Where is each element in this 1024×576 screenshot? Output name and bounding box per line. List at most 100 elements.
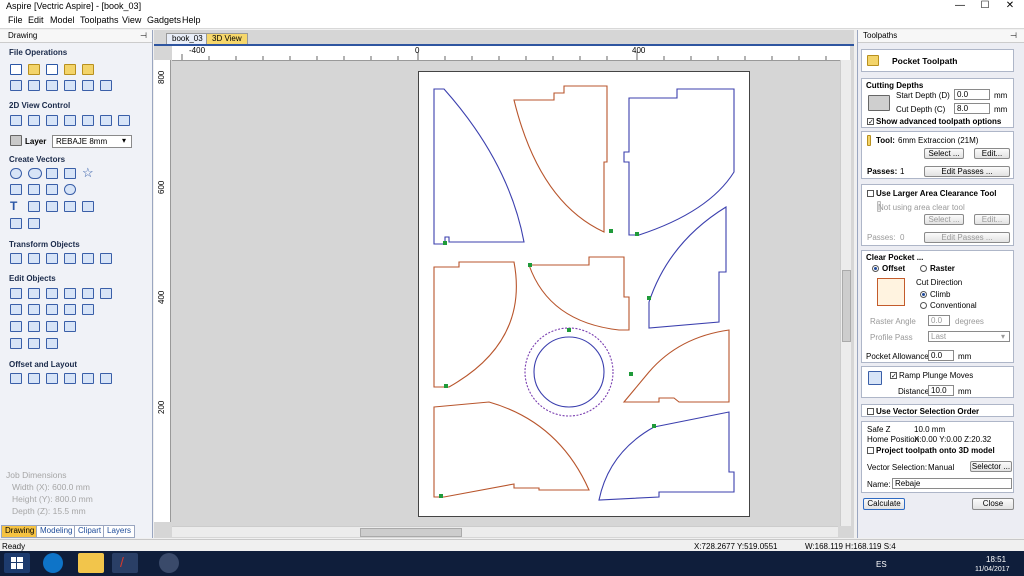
polygon-icon[interactable]	[64, 168, 76, 179]
edit-passes-button[interactable]: Edit Passes ...	[924, 166, 1010, 177]
project-checkbox[interactable]	[867, 447, 874, 454]
job-setup-icon[interactable]	[10, 80, 22, 91]
cut-depth-input[interactable]: 8.0	[954, 103, 990, 114]
pocket-allowance-input[interactable]: 0.0	[928, 350, 954, 361]
measure-icon[interactable]	[82, 201, 94, 212]
smooth-icon[interactable]	[10, 338, 22, 349]
clock-date[interactable]: 11/04/2017	[975, 566, 1010, 573]
menu-view[interactable]: View	[122, 15, 141, 25]
join-icon[interactable]	[100, 288, 112, 299]
vertical-scrollbar[interactable]	[840, 60, 851, 526]
climb-radio[interactable]	[920, 291, 927, 298]
node-edit-icon[interactable]	[28, 288, 40, 299]
ungroup-icon[interactable]	[82, 288, 94, 299]
fillet-icon[interactable]	[10, 321, 22, 332]
menu-gadgets[interactable]: Gadgets	[147, 15, 181, 25]
tab-drawing[interactable]: Drawing	[1, 525, 39, 538]
undo-icon[interactable]	[82, 80, 94, 91]
area-tool-select-button[interactable]: Select ...	[924, 214, 964, 225]
pin-icon[interactable]: ⊣	[1010, 31, 1017, 40]
delete-icon[interactable]	[82, 304, 94, 315]
menu-toolpaths[interactable]: Toolpaths	[80, 15, 119, 25]
close-button[interactable]: Close	[972, 498, 1014, 510]
open-recent-icon[interactable]	[64, 64, 76, 75]
set-size-icon[interactable]	[100, 253, 112, 264]
rectangle-icon[interactable]	[46, 168, 58, 179]
curve-fit-icon[interactable]	[46, 338, 58, 349]
view-options-icon[interactable]	[118, 115, 130, 126]
distance-input[interactable]: 10.0	[928, 385, 954, 396]
fit-text-icon[interactable]	[46, 201, 58, 212]
raster-angle-input[interactable]: 0.0	[928, 315, 950, 326]
grid-icon[interactable]	[82, 115, 94, 126]
new-file-icon[interactable]	[10, 64, 22, 75]
minimize-button[interactable]: —	[948, 0, 972, 13]
text-on-curve-icon[interactable]	[28, 201, 40, 212]
language-indicator[interactable]: ES	[876, 560, 887, 569]
tab-layers[interactable]: Layers	[103, 525, 136, 538]
extend-icon[interactable]	[46, 321, 58, 332]
material-sheet[interactable]	[418, 71, 750, 517]
vector-order-checkbox[interactable]	[867, 408, 874, 415]
curve-icon[interactable]	[28, 184, 40, 195]
copy-icon[interactable]	[46, 80, 58, 91]
tool-select-button[interactable]: Select ...	[924, 148, 964, 159]
interactive-select-icon[interactable]	[46, 288, 58, 299]
ruler-icon[interactable]	[100, 115, 112, 126]
larger-area-checkbox[interactable]	[867, 190, 874, 197]
array-copy-icon[interactable]	[46, 373, 58, 384]
save-icon[interactable]	[46, 64, 58, 75]
nesting-icon[interactable]	[82, 373, 94, 384]
import-icon[interactable]	[82, 64, 94, 75]
close-vector-icon[interactable]	[28, 338, 40, 349]
zoom-box-icon[interactable]	[46, 115, 58, 126]
selector-button[interactable]: Selector ...	[970, 461, 1012, 472]
file-explorer-icon[interactable]	[78, 553, 104, 573]
tab-book-03[interactable]: book_03	[166, 33, 209, 44]
rotate-icon[interactable]	[46, 253, 58, 264]
weld-icon[interactable]	[10, 304, 22, 315]
zoom-icon[interactable]	[28, 115, 40, 126]
fillet-offset-icon[interactable]	[28, 373, 40, 384]
toolpath-vectors[interactable]	[419, 72, 751, 518]
teamviewer-icon[interactable]	[43, 553, 63, 573]
text-icon[interactable]: T	[10, 199, 17, 213]
area-edit-passes-button[interactable]: Edit Passes ...	[924, 232, 1010, 243]
close-window-button[interactable]: ✕	[998, 0, 1022, 13]
menu-model[interactable]: Model	[50, 15, 75, 25]
redo-icon[interactable]	[100, 80, 112, 91]
select-icon[interactable]	[10, 288, 22, 299]
ellipse-icon[interactable]	[28, 168, 42, 179]
circular-array-icon[interactable]	[64, 373, 76, 384]
align-icon[interactable]	[82, 253, 94, 264]
clock-time[interactable]: 18:51	[986, 555, 1006, 564]
profile-pass-dropdown[interactable]: Last ▾	[928, 331, 1010, 342]
area-tool-edit-button[interactable]: Edit...	[974, 214, 1010, 225]
subtract-icon[interactable]	[28, 304, 40, 315]
scale-icon[interactable]	[28, 253, 40, 264]
menu-help[interactable]: Help	[182, 15, 201, 25]
chrome-icon[interactable]	[159, 553, 179, 573]
conventional-radio[interactable]	[920, 302, 927, 309]
menu-file[interactable]: File	[8, 15, 23, 25]
horizontal-scroll-thumb[interactable]	[360, 528, 462, 537]
tab-clipart[interactable]: Clipart	[74, 525, 106, 538]
tile-icon[interactable]	[100, 373, 112, 384]
group-icon[interactable]	[64, 288, 76, 299]
zoom-fit-icon[interactable]	[64, 115, 76, 126]
line-icon[interactable]	[28, 218, 40, 229]
star-icon[interactable]: ☆	[82, 165, 94, 181]
move-icon[interactable]	[10, 253, 22, 264]
pin-icon[interactable]: ⊣	[140, 31, 147, 40]
intersect-icon[interactable]	[46, 304, 58, 315]
name-input[interactable]: Rebaje	[892, 478, 1012, 489]
start-button[interactable]	[4, 553, 30, 573]
pen-icon[interactable]	[10, 218, 22, 229]
menu-edit[interactable]: Edit	[28, 15, 44, 25]
tab-3d-view[interactable]: 3D View	[206, 33, 248, 44]
calculate-button[interactable]: Calculate	[863, 498, 905, 510]
arrow-icon[interactable]	[64, 321, 76, 332]
paste-icon[interactable]	[64, 80, 76, 91]
start-depth-input[interactable]: 0.0	[954, 89, 990, 100]
polyline-icon[interactable]	[10, 184, 22, 195]
